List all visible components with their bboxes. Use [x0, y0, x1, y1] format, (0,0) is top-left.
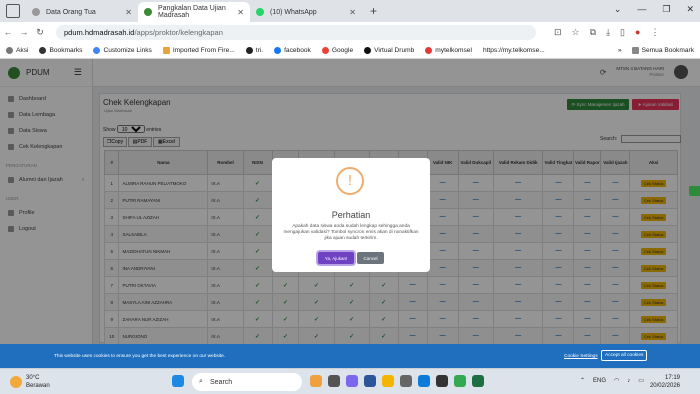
back-icon[interactable]: ← [0, 27, 16, 37]
browser-tab-strip: Data Orang Tua ✕ Pangkalan Data Ujian Mad… [0, 0, 700, 22]
profile-icon[interactable]: ● [635, 27, 640, 38]
bookmark-item[interactable]: mytelkomsel [425, 46, 472, 54]
minimize-icon[interactable]: — [637, 4, 646, 15]
accept-cookies-button[interactable]: Accept all cookies [601, 350, 648, 361]
edge-icon[interactable] [418, 375, 430, 387]
all-bookmarks[interactable]: Semua Bookmark [631, 46, 694, 54]
app-icon[interactable] [364, 375, 376, 387]
windows-taskbar: 30°C Berawan ⌕ Search ⌃ ENG ◠ ♪ ▭ 17:19 20/… [0, 368, 700, 394]
close-window-icon[interactable]: ✕ [686, 4, 694, 15]
bookmark-item[interactable]: Google [321, 46, 353, 54]
weather-icon [10, 376, 22, 388]
search-icon: ⌕ [199, 378, 203, 385]
cookie-banner: This website uses cookies to ensure you … [0, 344, 700, 368]
cancel-button[interactable]: Cancel [357, 252, 384, 264]
url-path: /apps/proktor/kelengkapan [134, 27, 223, 37]
wifi-icon[interactable]: ◠ [614, 377, 619, 384]
star-icon[interactable]: ☆ [572, 27, 580, 38]
bookmark-item[interactable]: Imported From Fire... [162, 46, 235, 54]
close-icon[interactable]: ✕ [125, 8, 132, 17]
weather-widget[interactable]: 30°C Berawan [10, 374, 50, 390]
window-controls: ⌄ — ❐ ✕ [614, 4, 694, 15]
new-tab-button[interactable]: + [370, 4, 377, 18]
volume-icon[interactable]: ♪ [627, 378, 630, 384]
window-menu-icon[interactable] [6, 4, 20, 18]
page-icon [32, 8, 40, 16]
sidepanel-icon[interactable]: ▯ [620, 27, 625, 38]
settings-fab-icon[interactable] [689, 186, 700, 196]
tab-label: Pangkalan Data Ujian Madrasah [158, 5, 226, 19]
confirm-button[interactable]: Ya, Ajukan! [318, 252, 354, 264]
warning-icon: ! [336, 167, 364, 195]
menu-icon[interactable]: ⋮ [650, 27, 659, 38]
cookie-settings-link[interactable]: Cookie Settings [564, 354, 598, 359]
task-view-icon[interactable] [328, 375, 340, 387]
install-icon[interactable]: ⊡ [554, 27, 562, 38]
extensions-icon[interactable]: ⧉ [590, 27, 596, 38]
modal-message: Apakah data siswa anda sudah lengkap seh… [283, 224, 419, 241]
taskbar-search[interactable]: ⌕ Search [192, 373, 302, 391]
tab-label: Data Orang Tua [46, 8, 96, 16]
maximize-icon[interactable]: ❐ [662, 4, 670, 15]
tab-label: (10) WhatsApp [270, 8, 317, 16]
system-tray: ⌃ ENG ◠ ♪ ▭ [580, 377, 644, 385]
whatsapp-icon [256, 8, 264, 16]
tab-pangkalan-data[interactable]: Pangkalan Data Ujian Madrasah ✕ [138, 2, 250, 22]
bookmark-item[interactable]: Aksi [6, 46, 28, 54]
battery-icon[interactable]: ▭ [638, 377, 644, 384]
bookmark-item[interactable]: tri. [245, 46, 263, 54]
download-icon[interactable]: ⤓ [606, 27, 610, 38]
close-icon[interactable]: ✕ [237, 8, 244, 17]
excel-app-icon[interactable] [472, 375, 484, 387]
widget-app-icon[interactable] [310, 375, 322, 387]
clock[interactable]: 17:19 20/02/2026 [648, 374, 680, 390]
bookmark-item[interactable]: Bookmarks [39, 46, 82, 54]
bookmark-item[interactable]: https://my.telkomse... [483, 47, 545, 54]
pdum-favicon-icon [144, 8, 152, 16]
url-domain: pdum.hdmadrasah.id [64, 27, 135, 37]
file-explorer-icon[interactable] [382, 375, 394, 387]
url-input[interactable]: pdum.hdmadrasah.id/apps/proktor/kelengka… [56, 24, 536, 40]
bookmark-item[interactable]: facebook [274, 46, 311, 54]
modal-title: Perhatian [331, 210, 371, 220]
bookmark-item[interactable]: Virtual Drumb [364, 46, 414, 54]
start-icon[interactable] [172, 375, 184, 387]
close-icon[interactable]: ✕ [349, 8, 356, 17]
confirm-modal: ! Perhatian Apakah data siswa anda sudah… [272, 158, 430, 272]
chevron-up-icon[interactable]: ⌃ [580, 377, 585, 384]
app-icon[interactable] [400, 375, 412, 387]
tab-whatsapp[interactable]: (10) WhatsApp ✕ [250, 2, 362, 22]
reload-icon[interactable]: ↻ [32, 27, 48, 38]
forward-icon[interactable]: → [16, 27, 32, 37]
copilot-icon[interactable] [346, 375, 358, 387]
chrome-icon[interactable] [454, 375, 466, 387]
bookmarks-bar: Aksi Bookmarks Customize Links Imported … [0, 42, 700, 59]
address-bar-row: ← → ↻ pdum.hdmadrasah.id/apps/proktor/ke… [0, 22, 700, 42]
tab-search-icon[interactable]: ⌄ [614, 4, 622, 15]
bookmark-item[interactable]: Customize Links [93, 46, 152, 54]
tab-data-orang-tua[interactable]: Data Orang Tua ✕ [26, 2, 138, 22]
more-bookmarks-icon[interactable]: » [618, 47, 622, 54]
cookie-text: This website uses cookies to ensure you … [54, 354, 226, 359]
app-icon[interactable] [436, 375, 448, 387]
language-indicator[interactable]: ENG [593, 378, 606, 384]
